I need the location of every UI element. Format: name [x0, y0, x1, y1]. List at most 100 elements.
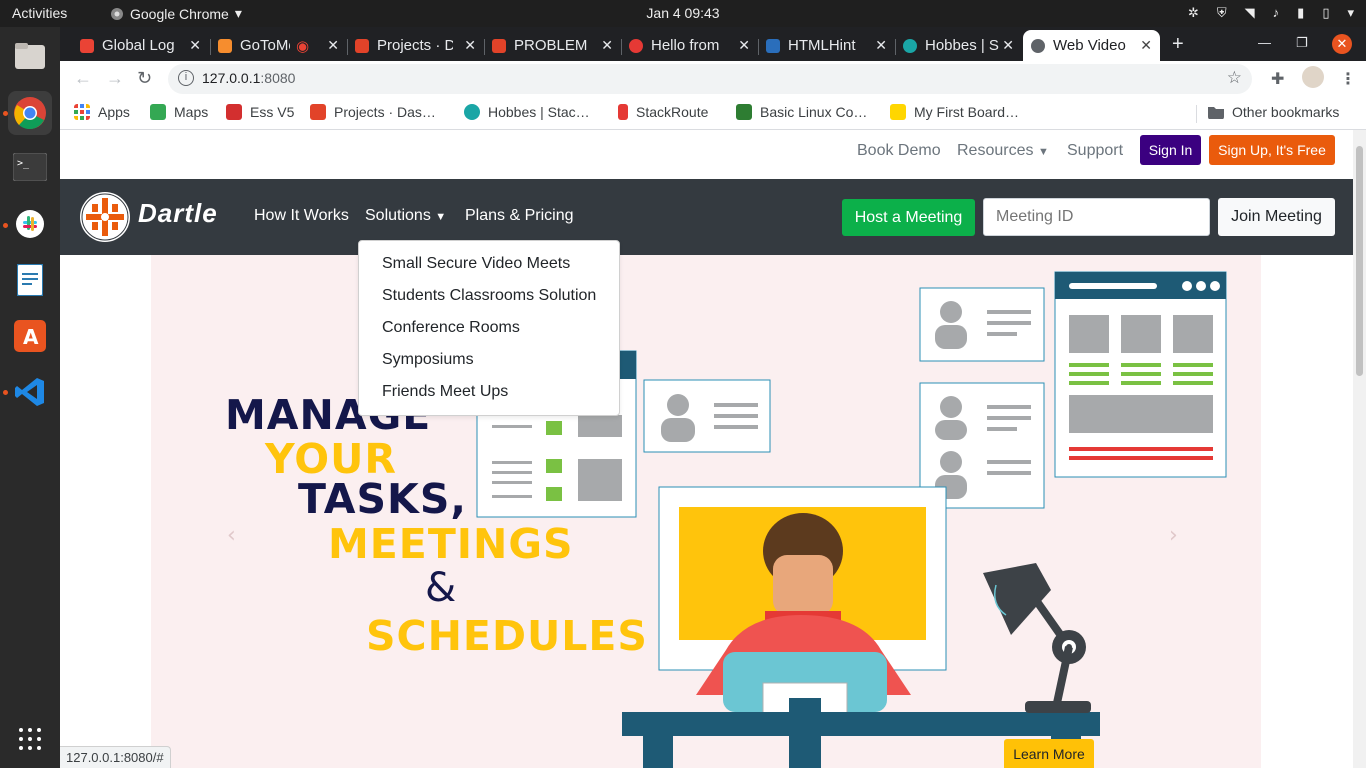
sign-up-button[interactable]: Sign Up, It's Free [1209, 135, 1335, 165]
page-scrollbar[interactable] [1353, 130, 1366, 768]
join-meeting-button[interactable]: Join Meeting [1218, 198, 1335, 236]
tab-hello-from[interactable]: Hello from ✕ [621, 30, 758, 61]
microphone-icon[interactable]: ▮ [1297, 5, 1304, 21]
learn-more-button[interactable]: Learn More [1004, 739, 1094, 768]
battery-icon[interactable]: ▯ [1322, 5, 1329, 21]
status-bubble: 127.0.0.1:8080/# [60, 746, 171, 768]
ess-icon [226, 104, 242, 120]
close-icon[interactable]: ✕ [189, 37, 201, 54]
close-icon[interactable]: ✕ [738, 37, 750, 54]
minimize-button[interactable]: — [1258, 35, 1271, 50]
chrome-icon [14, 97, 46, 130]
tab-title: GoToMe [240, 37, 290, 54]
tab-global-log[interactable]: Global Log ✕ [72, 30, 209, 61]
close-icon[interactable]: ✕ [875, 37, 887, 54]
dropdown-item-friends[interactable]: Friends Meet Ups [382, 383, 508, 401]
bookmark-label: Maps [174, 104, 209, 120]
close-icon[interactable]: ✕ [1140, 37, 1152, 54]
profile-avatar[interactable] [1302, 66, 1324, 88]
book-demo-link[interactable]: Book Demo [857, 142, 941, 160]
slack-dock-icon[interactable] [8, 202, 52, 246]
software-dock-icon[interactable]: A [8, 314, 52, 358]
show-apps-button[interactable] [8, 717, 52, 761]
browser-chrome: Global Log ✕ GoToMe ◉ ✕ Projects · D ✕ P… [60, 27, 1366, 130]
menu-icon[interactable]: ⋮ [1340, 69, 1356, 89]
system-tray[interactable]: ✲ ⛨ ◥ ♪ ▮ ▯ ▾ [1188, 5, 1354, 21]
running-indicator [3, 390, 8, 395]
tab-hobbes[interactable]: Hobbes | S ✕ [895, 30, 1022, 61]
dropdown-item-conference-rooms[interactable]: Conference Rooms [382, 319, 520, 337]
dropdown-item-small-secure[interactable]: Small Secure Video Meets [382, 255, 570, 273]
support-link[interactable]: Support [1067, 142, 1123, 160]
meeting-id-input[interactable] [983, 198, 1210, 236]
url-text: 127.0.0.1:8080 [202, 70, 296, 86]
scrollbar-thumb[interactable] [1356, 146, 1363, 376]
plans-pricing-link[interactable]: Plans & Pricing [465, 207, 574, 225]
wifi-icon[interactable]: ◥ [1245, 5, 1255, 21]
tab-title: HTMLHint [788, 37, 856, 54]
sign-in-button[interactable]: Sign In [1140, 135, 1201, 165]
bookmark-ess[interactable]: Ess V5 [226, 104, 294, 120]
hero-carousel: ‹ › MANAGE YOUR TASKS, MEETINGS & SCHEDU… [151, 255, 1261, 768]
address-bar[interactable]: i 127.0.0.1:8080 ☆ [168, 64, 1252, 94]
reload-button[interactable]: ↻ [137, 68, 152, 89]
new-tab-button[interactable]: + [1172, 33, 1184, 56]
forward-button[interactable]: → [106, 68, 124, 89]
bookmarks-divider [1196, 105, 1197, 123]
maximize-button[interactable]: ❐ [1296, 35, 1308, 51]
dropdown-item-classrooms[interactable]: Students Classrooms Solution [382, 287, 596, 305]
site-icon [629, 38, 643, 53]
solutions-dropdown-menu: Small Secure Video Meets Students Classr… [358, 240, 620, 416]
extensions-icon[interactable]: ✚ [1271, 69, 1284, 89]
dock: >_ A [0, 27, 60, 768]
bookmark-label: Basic Linux Co… [760, 104, 868, 120]
tab-problem[interactable]: PROBLEM ✕ [484, 30, 621, 61]
bookmark-projects[interactable]: Projects · Das… [310, 104, 436, 120]
brand-name[interactable]: Dartle [138, 198, 218, 229]
back-button[interactable]: ← [74, 68, 92, 89]
slack-tray-icon[interactable]: ✲ [1188, 5, 1199, 21]
close-window-button[interactable]: ✕ [1332, 34, 1352, 54]
bookmark-apps[interactable]: Apps [74, 104, 130, 120]
bookmark-board[interactable]: My First Board… [890, 104, 1019, 120]
close-icon[interactable]: ✕ [464, 37, 476, 54]
top-utility-nav: Book Demo Resources ▼ Support Sign In Si… [60, 130, 1353, 179]
host-meeting-button[interactable]: Host a Meeting [842, 199, 975, 236]
writer-dock-icon[interactable] [8, 258, 52, 302]
bookmark-linux[interactable]: Basic Linux Co… [736, 104, 867, 120]
tab-web-video[interactable]: Web Video ✕ [1023, 30, 1160, 61]
tab-gotomeeting[interactable]: GoToMe ◉ ✕ [210, 30, 347, 61]
dartle-logo[interactable] [80, 192, 130, 242]
bookmark-stackroute[interactable]: StackRoute [618, 104, 708, 120]
info-icon[interactable]: i [178, 70, 194, 86]
chrome-dock-icon[interactable] [8, 91, 52, 135]
close-icon[interactable]: ✕ [601, 37, 613, 54]
app-menu[interactable]: Google Chrome ▾ [110, 5, 242, 22]
gitlab-icon [492, 38, 506, 53]
tab-htmlhint[interactable]: HTMLHint ✕ [758, 30, 895, 61]
bookmark-star-icon[interactable]: ☆ [1227, 68, 1242, 88]
solutions-dropdown[interactable]: Solutions ▼ [365, 207, 446, 225]
linux-icon [736, 104, 752, 120]
tab-title: Global Log [102, 37, 175, 54]
shield-icon[interactable]: ⛨ [1217, 5, 1227, 21]
bookmark-label: Projects · Das… [334, 104, 436, 120]
chevron-down-icon[interactable]: ▾ [1347, 5, 1354, 21]
chrome-icon [111, 7, 123, 20]
bookmark-label: Other bookmarks [1232, 104, 1340, 120]
files-dock-icon[interactable] [8, 34, 52, 78]
close-icon[interactable]: ✕ [327, 37, 339, 54]
close-icon[interactable]: ✕ [1002, 37, 1014, 54]
terminal-dock-icon[interactable]: >_ [8, 145, 52, 189]
vscode-dock-icon[interactable] [8, 370, 52, 414]
bookmark-other[interactable]: Other bookmarks [1208, 104, 1339, 120]
dropdown-item-symposiums[interactable]: Symposiums [382, 351, 474, 369]
bookmark-maps[interactable]: Maps [150, 104, 208, 120]
tab-title: Web Video [1053, 37, 1126, 54]
activities-button[interactable]: Activities [12, 5, 67, 21]
tab-projects[interactable]: Projects · D ✕ [347, 30, 484, 61]
volume-icon[interactable]: ♪ [1273, 5, 1280, 21]
resources-dropdown[interactable]: Resources ▼ [957, 142, 1049, 160]
bookmark-hobbes[interactable]: Hobbes | Stac… [464, 104, 590, 120]
how-it-works-link[interactable]: How It Works [254, 207, 349, 225]
